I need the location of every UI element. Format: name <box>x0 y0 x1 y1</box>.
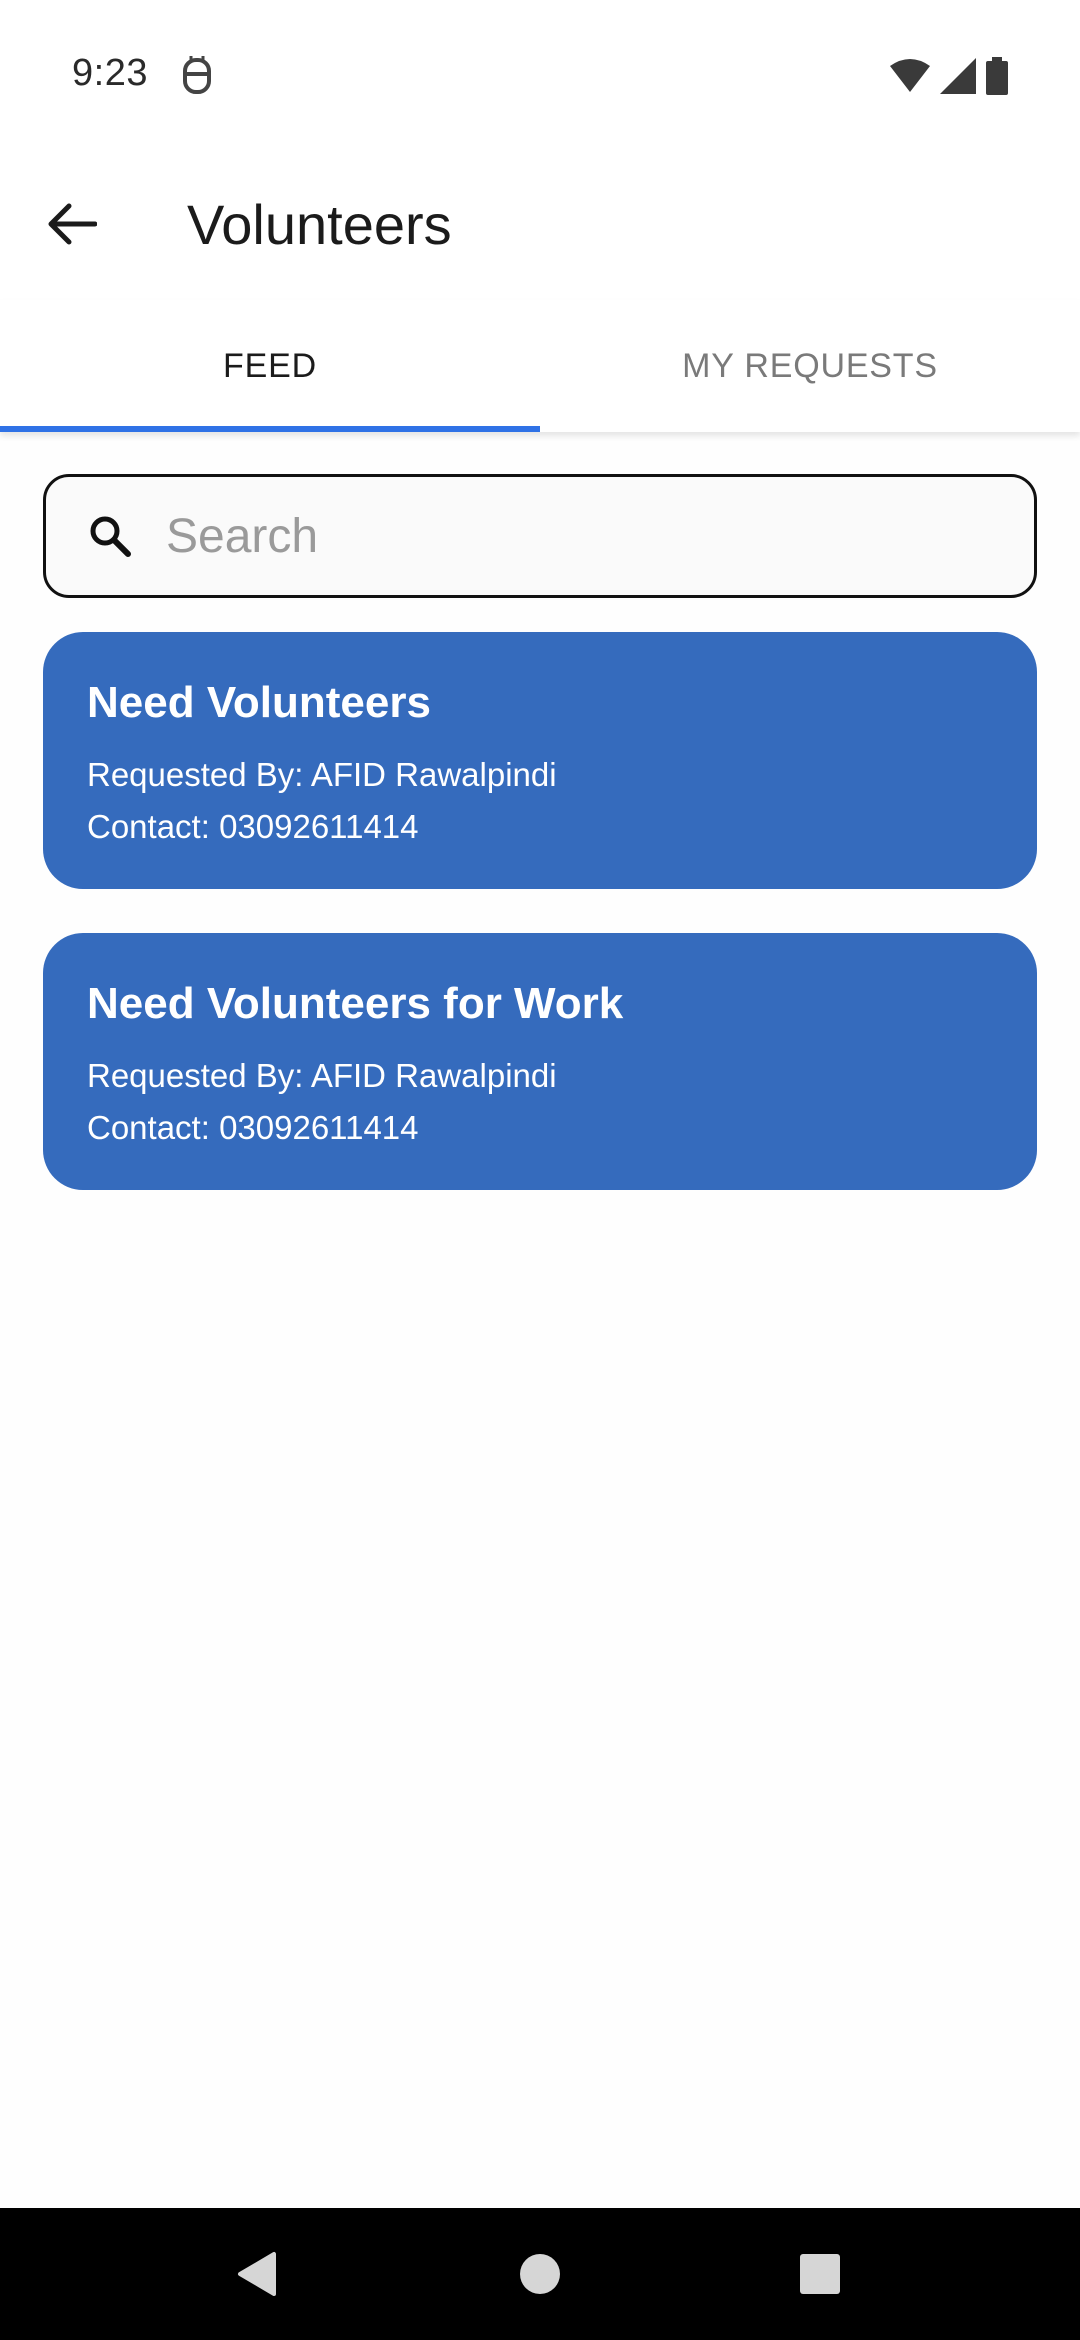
nav-home-button[interactable] <box>474 2208 606 2340</box>
search-icon-container <box>46 477 166 595</box>
card-requested-by: Requested By: AFID Rawalpindi <box>87 1057 557 1094</box>
nav-recents-icon <box>800 2254 840 2294</box>
card-title: Need Volunteers <box>87 678 431 727</box>
nav-back-icon <box>238 2252 276 2296</box>
nav-home-icon <box>520 2254 560 2294</box>
page-title: Volunteers <box>187 193 452 256</box>
cellular-signal-icon <box>940 58 976 94</box>
back-button[interactable] <box>30 182 114 266</box>
screen: 9:23 Volunteers FEED MY REQUESTS Search … <box>0 0 1080 2340</box>
battery-icon <box>986 57 1008 95</box>
search-input[interactable] <box>166 477 1034 595</box>
status-time: 9:23 <box>72 52 148 94</box>
tab-my-requests[interactable]: MY REQUESTS <box>540 300 1080 432</box>
arrow-back-icon <box>48 203 97 245</box>
nav-back-button[interactable] <box>190 2208 322 2340</box>
card-title: Need Volunteers for Work <box>87 979 624 1028</box>
nav-recents-button[interactable] <box>754 2208 886 2340</box>
card-contact: Contact: 03092611414 <box>87 808 419 845</box>
tab-feed[interactable]: FEED <box>0 300 540 432</box>
app-bar: Volunteers <box>0 150 1080 300</box>
search-box <box>43 474 1037 598</box>
card-requested-by: Requested By: AFID Rawalpindi <box>87 756 557 793</box>
status-icons <box>890 56 1008 96</box>
request-card[interactable]: Need Volunteers for Work Requested By: A… <box>43 933 1037 1190</box>
tab-bar: FEED MY REQUESTS <box>0 300 1080 432</box>
request-card[interactable]: Need Volunteers Requested By: AFID Rawal… <box>43 632 1037 889</box>
card-contact: Contact: 03092611414 <box>87 1109 419 1146</box>
system-nav-bar <box>0 2208 1080 2340</box>
notification-app-icon <box>183 56 211 94</box>
status-bar: 9:23 <box>0 0 1080 150</box>
search-icon <box>90 516 131 557</box>
wifi-icon <box>890 59 930 92</box>
